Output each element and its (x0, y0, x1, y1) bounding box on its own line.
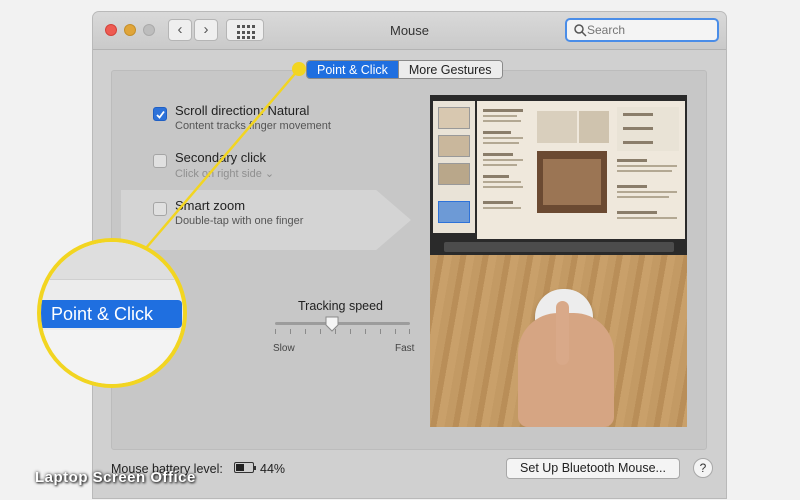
battery-icon (234, 462, 256, 473)
checkmark-icon (156, 110, 165, 119)
battery-percent: 44% (260, 462, 286, 476)
option-title: Secondary click (175, 150, 267, 165)
tab-more-gestures[interactable]: More Gestures (397, 61, 502, 78)
title-bar: ‹ › Mouse (93, 12, 726, 50)
slider-ticks (275, 329, 410, 335)
option-subtitle: Double-tap with one finger (175, 215, 304, 227)
scroll-direction-checkbox[interactable] (153, 107, 167, 121)
tab-point-and-click[interactable]: Point & Click (307, 61, 398, 78)
preview-desk (430, 255, 687, 427)
tracking-speed-label: Tracking speed (298, 299, 383, 313)
tracking-speed-slider[interactable] (275, 322, 410, 325)
tab-bar: Point & Click More Gestures (306, 60, 503, 79)
slider-thumb[interactable] (325, 316, 339, 332)
gesture-preview-video (430, 95, 687, 427)
option-title: Smart zoom (175, 198, 246, 213)
slider-max-label: Fast (395, 343, 415, 354)
preview-screen (430, 95, 687, 255)
smart-zoom-checkbox[interactable] (153, 202, 167, 216)
preview-document (477, 101, 685, 239)
secondary-click-side-dropdown[interactable]: Click on right side ⌄ (175, 167, 274, 180)
option-subtitle: Content tracks finger movement (175, 120, 331, 132)
help-button[interactable]: ? (693, 458, 713, 478)
option-title: Scroll direction: Natural (175, 103, 310, 118)
setup-bluetooth-mouse-button[interactable]: Set Up Bluetooth Mouse... (506, 458, 680, 479)
preview-sidebar (433, 101, 475, 233)
search-input[interactable] (587, 22, 713, 38)
secondary-click-checkbox[interactable] (153, 154, 167, 168)
search-field[interactable] (565, 18, 719, 42)
callout-magnifier: Point & Click (37, 238, 187, 388)
watermark: Laptop Screen Office (35, 469, 196, 486)
callout-point-and-click-label: Point & Click (41, 300, 182, 328)
slider-min-label: Slow (273, 343, 295, 354)
preview-dock (444, 242, 674, 252)
search-icon (574, 24, 587, 37)
finger (556, 301, 569, 365)
